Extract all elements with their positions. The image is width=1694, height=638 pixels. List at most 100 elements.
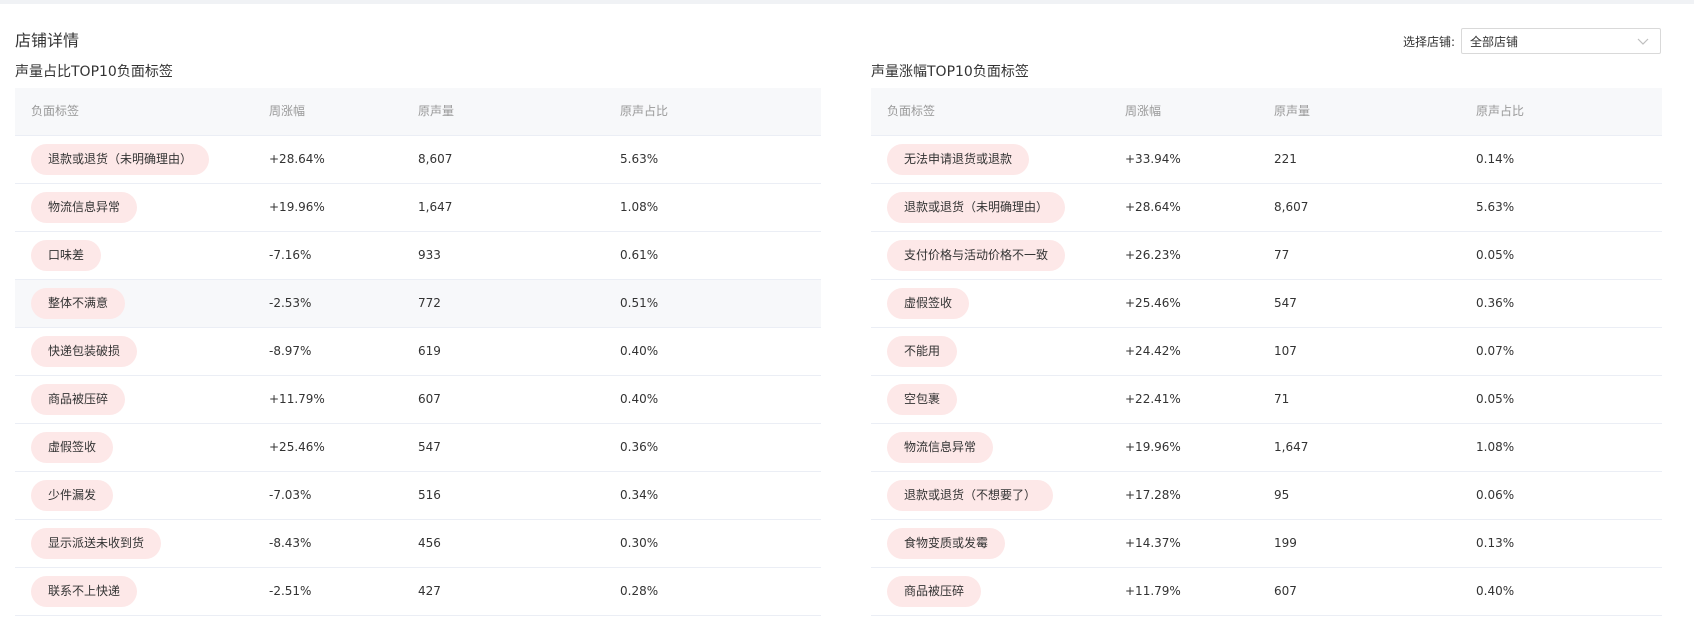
negative-tag[interactable]: 显示派送未收到货 bbox=[31, 528, 162, 559]
table-row: 联系不上快递 -2.51% 427 0.28% bbox=[15, 568, 821, 616]
negative-tag[interactable]: 物流信息异常 bbox=[887, 432, 994, 463]
volume-share-table: 声量占比TOP10负面标签 负面标签 周涨幅 原声量 原声占比 退款或退货（未明… bbox=[15, 56, 821, 616]
negative-tag[interactable]: 支付价格与活动价格不一致 bbox=[887, 240, 1066, 271]
volume-ratio: 0.06% bbox=[1476, 488, 1515, 502]
volume-ratio: 0.28% bbox=[620, 584, 659, 598]
negative-tag[interactable]: 商品被压碎 bbox=[887, 576, 982, 607]
weekly-change: +14.37% bbox=[1125, 536, 1181, 550]
weekly-change: -7.03% bbox=[269, 488, 312, 502]
volume-ratio: 0.61% bbox=[620, 248, 659, 262]
table-row: 整体不满意 -2.53% 772 0.51% bbox=[15, 280, 821, 328]
volume-count: 456 bbox=[418, 536, 441, 550]
table-row: 少件漏发 -7.03% 516 0.34% bbox=[15, 472, 821, 520]
table-row: 商品被压碎 +11.79% 607 0.40% bbox=[15, 376, 821, 424]
volume-count: 71 bbox=[1274, 392, 1290, 406]
negative-tag[interactable]: 整体不满意 bbox=[31, 288, 126, 319]
section-title: 声量涨幅TOP10负面标签 bbox=[871, 64, 1029, 80]
volume-ratio: 0.51% bbox=[620, 296, 659, 310]
negative-tag[interactable]: 口味差 bbox=[31, 240, 102, 271]
table-row: 快递包装破损 -8.97% 619 0.40% bbox=[15, 328, 821, 376]
negative-tag[interactable]: 商品被压碎 bbox=[31, 384, 126, 415]
store-filter: 选择店铺: 全部店铺 bbox=[1403, 28, 1662, 54]
section-title: 声量占比TOP10负面标签 bbox=[15, 64, 173, 80]
volume-ratio: 0.07% bbox=[1476, 344, 1515, 358]
negative-tag[interactable]: 退款或退货（未明确理由） bbox=[887, 192, 1066, 223]
negative-tag[interactable]: 食物变质或发霉 bbox=[887, 528, 1006, 559]
table-header: 负面标签 周涨幅 原声量 原声占比 bbox=[15, 88, 821, 136]
negative-tag[interactable]: 空包裹 bbox=[887, 384, 958, 415]
negative-tag[interactable]: 物流信息异常 bbox=[31, 192, 138, 223]
volume-ratio: 5.63% bbox=[1476, 200, 1515, 214]
volume-ratio: 0.30% bbox=[620, 536, 659, 550]
negative-tag[interactable]: 少件漏发 bbox=[31, 480, 114, 511]
store-select-value: 全部店铺 bbox=[1470, 34, 1519, 49]
negative-tag[interactable]: 虚假签收 bbox=[887, 288, 970, 319]
volume-ratio: 0.40% bbox=[1476, 584, 1515, 598]
table-body: 无法申请退货或退款 +33.94% 221 0.14% 退款或退货（未明确理由） +28.… bbox=[871, 136, 1662, 616]
volume-count: 8,607 bbox=[1274, 200, 1309, 214]
table-row: 无法申请退货或退款 +33.94% 221 0.14% bbox=[871, 136, 1662, 184]
volume-ratio: 0.05% bbox=[1476, 392, 1515, 406]
negative-tag[interactable]: 快递包装破损 bbox=[31, 336, 138, 367]
weekly-change: +11.79% bbox=[269, 392, 325, 406]
header-change: 周涨幅 bbox=[1125, 104, 1162, 118]
table-row: 虚假签收 +25.46% 547 0.36% bbox=[871, 280, 1662, 328]
table-row: 显示派送未收到货 -8.43% 456 0.30% bbox=[15, 520, 821, 568]
store-select-label: 选择店铺: bbox=[1403, 34, 1456, 49]
table-row: 支付价格与活动价格不一致 +26.23% 77 0.05% bbox=[871, 232, 1662, 280]
volume-ratio: 0.40% bbox=[620, 344, 659, 358]
chevron-down-icon bbox=[1637, 38, 1649, 45]
table-row: 退款或退货（未明确理由） +28.64% 8,607 5.63% bbox=[871, 184, 1662, 232]
negative-tag[interactable]: 不能用 bbox=[887, 336, 958, 367]
table-row: 不能用 +24.42% 107 0.07% bbox=[871, 328, 1662, 376]
weekly-change: -8.43% bbox=[269, 536, 312, 550]
volume-ratio: 0.36% bbox=[620, 440, 659, 454]
weekly-change: -8.97% bbox=[269, 344, 312, 358]
header-volume: 原声量 bbox=[418, 104, 455, 118]
volume-count: 619 bbox=[418, 344, 441, 358]
volume-ratio: 0.34% bbox=[620, 488, 659, 502]
volume-growth-table: 声量涨幅TOP10负面标签 负面标签 周涨幅 原声量 原声占比 无法申请退货或退… bbox=[871, 56, 1662, 616]
volume-ratio: 1.08% bbox=[1476, 440, 1515, 454]
volume-count: 427 bbox=[418, 584, 441, 598]
volume-ratio: 1.08% bbox=[620, 200, 659, 214]
weekly-change: +33.94% bbox=[1125, 152, 1181, 166]
table-row: 空包裹 +22.41% 71 0.05% bbox=[871, 376, 1662, 424]
volume-ratio: 0.36% bbox=[1476, 296, 1515, 310]
table-row: 退款或退货（未明确理由） +28.64% 8,607 5.63% bbox=[15, 136, 821, 184]
table-header: 负面标签 周涨幅 原声量 原声占比 bbox=[871, 88, 1662, 136]
weekly-change: +25.46% bbox=[269, 440, 325, 454]
volume-count: 516 bbox=[418, 488, 441, 502]
negative-tag[interactable]: 联系不上快递 bbox=[31, 576, 138, 607]
table-row: 商品被压碎 +11.79% 607 0.40% bbox=[871, 568, 1662, 616]
header-change: 周涨幅 bbox=[269, 104, 306, 118]
store-detail-panel: 店铺详情 选择店铺: 全部店铺 声量占比TOP10负面标签 负面标签 周涨幅 原… bbox=[0, 4, 1694, 638]
negative-tag[interactable]: 退款或退货（不想要了） bbox=[887, 480, 1054, 511]
table-row: 物流信息异常 +19.96% 1,647 1.08% bbox=[871, 424, 1662, 472]
negative-tag[interactable]: 无法申请退货或退款 bbox=[887, 144, 1030, 175]
negative-tag[interactable]: 虚假签收 bbox=[31, 432, 114, 463]
table-row: 虚假签收 +25.46% 547 0.36% bbox=[15, 424, 821, 472]
weekly-change: +17.28% bbox=[1125, 488, 1181, 502]
volume-ratio: 0.40% bbox=[620, 392, 659, 406]
negative-tag[interactable]: 退款或退货（未明确理由） bbox=[31, 144, 210, 175]
store-select[interactable]: 全部店铺 bbox=[1461, 28, 1662, 54]
volume-ratio: 5.63% bbox=[620, 152, 659, 166]
weekly-change: -7.16% bbox=[269, 248, 312, 262]
weekly-change: +28.64% bbox=[1125, 200, 1181, 214]
weekly-change: +11.79% bbox=[1125, 584, 1181, 598]
table-row: 口味差 -7.16% 933 0.61% bbox=[15, 232, 821, 280]
weekly-change: +19.96% bbox=[1125, 440, 1181, 454]
weekly-change: +26.23% bbox=[1125, 248, 1181, 262]
weekly-change: -2.51% bbox=[269, 584, 312, 598]
weekly-change: +28.64% bbox=[269, 152, 325, 166]
weekly-change: +24.42% bbox=[1125, 344, 1181, 358]
header-tag: 负面标签 bbox=[887, 104, 936, 118]
volume-count: 107 bbox=[1274, 344, 1297, 358]
table-row: 食物变质或发霉 +14.37% 199 0.13% bbox=[871, 520, 1662, 568]
volume-count: 547 bbox=[418, 440, 441, 454]
table-row: 物流信息异常 +19.96% 1,647 1.08% bbox=[15, 184, 821, 232]
volume-count: 607 bbox=[418, 392, 441, 406]
page-title: 店铺详情 bbox=[15, 31, 80, 50]
header-ratio: 原声占比 bbox=[620, 104, 669, 118]
